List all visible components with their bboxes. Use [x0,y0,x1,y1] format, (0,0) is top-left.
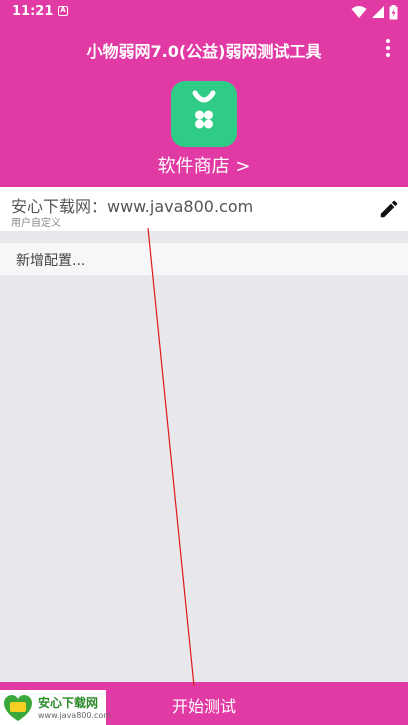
watermark-name: 安心下载网 [38,696,99,710]
app-store-icon[interactable] [171,81,237,147]
wifi-icon [351,6,367,18]
more-vert-icon[interactable] [380,36,396,60]
watermark: 安心下载网 www.java800.com [0,690,111,725]
store-header: 软件商店 > [0,72,408,187]
status-bar: 11:21 A [0,0,408,24]
status-icons [351,4,398,20]
add-config-button[interactable]: 新增配置... [0,243,408,275]
app-bar: 小物弱网7.0(公益)弱网测试工具 [0,24,408,72]
battery-icon [389,4,398,19]
add-config-label: 新增配置... [16,253,86,269]
watermark-url: www.java800.com [38,711,112,720]
notification-icon: A [58,6,68,16]
signal-icon [372,6,384,18]
status-time: 11:21 [12,4,54,19]
pencil-icon[interactable] [378,198,400,220]
config-list-item[interactable]: 安心下载网：www.java800.com 用户自定义 [0,187,408,231]
anxin-logo-icon [4,695,32,721]
software-store-link[interactable]: 软件商店 > [0,152,408,178]
config-subtitle: 用户自定义 [11,218,61,229]
app-title: 小物弱网7.0(公益)弱网测试工具 [86,42,322,61]
